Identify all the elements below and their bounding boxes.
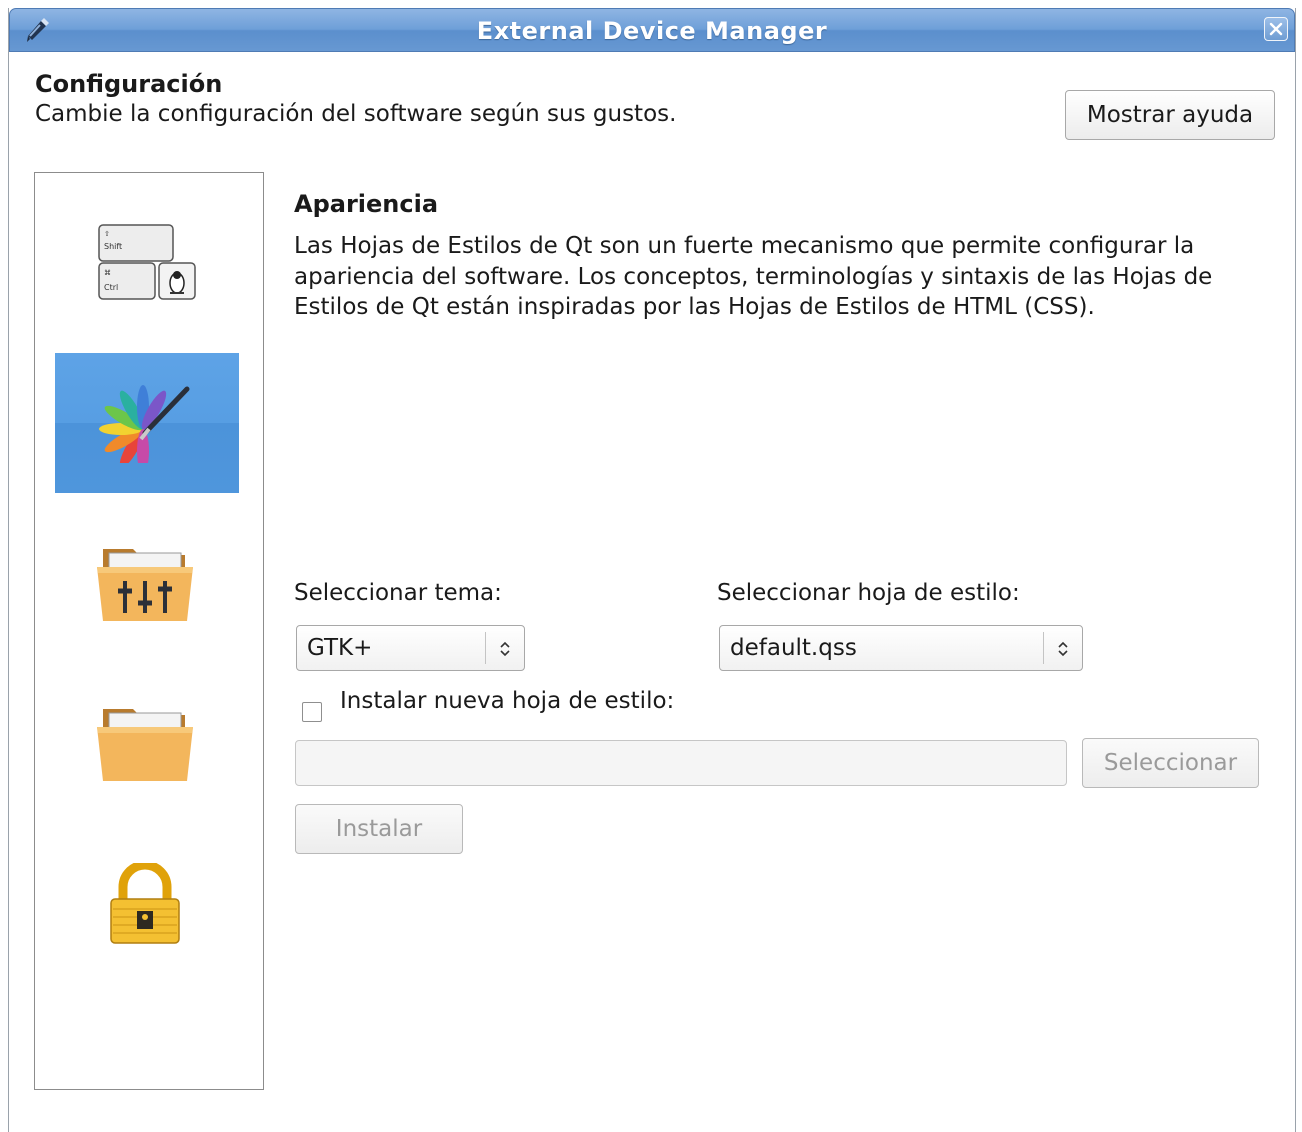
theme-label: Seleccionar tema:: [294, 580, 502, 606]
select-file-button[interactable]: Seleccionar: [1082, 738, 1259, 788]
updown-arrow-icon: [1058, 641, 1068, 657]
install-stylesheet-label[interactable]: Instalar nueva hoja de estilo:: [340, 688, 674, 714]
ctrl-key-label: Ctrl: [104, 283, 118, 292]
lock-icon: [110, 863, 180, 944]
theme-select-value: GTK+: [307, 635, 373, 661]
folder-settings-icon: [97, 549, 193, 621]
svg-text:⌘: ⌘: [104, 269, 111, 277]
stylesheet-label: Seleccionar hoja de estilo:: [717, 580, 1020, 606]
page-title: Configuración: [35, 70, 223, 98]
folder-icon: [97, 709, 193, 781]
sidebar-item-folder[interactable]: [55, 673, 239, 813]
sidebar-item-appearance[interactable]: [55, 353, 239, 493]
stylesheet-path-input[interactable]: [295, 740, 1067, 786]
stylesheet-select[interactable]: default.qss: [719, 625, 1083, 671]
install-stylesheet-checkbox[interactable]: [302, 702, 322, 722]
svg-text:⇧: ⇧: [104, 230, 110, 238]
page-subtitle: Cambie la configuración del software seg…: [35, 101, 677, 127]
appearance-palette-icon: [99, 385, 190, 463]
section-description: Las Hojas de Estilos de Qt son un fuerte…: [294, 233, 1213, 320]
title-bar[interactable]: External Device Manager: [9, 8, 1295, 52]
close-button[interactable]: [1264, 17, 1288, 41]
sidebar-item-shortcuts[interactable]: ⇧ Shift ⌘ Ctrl: [55, 193, 239, 333]
keyboard-shortcuts-icon: ⇧ Shift ⌘ Ctrl: [98, 224, 196, 300]
updown-arrow-icon: [500, 641, 510, 657]
show-help-button[interactable]: Mostrar ayuda: [1065, 90, 1275, 140]
window-title: External Device Manager: [476, 17, 828, 45]
shift-key-label: Shift: [104, 242, 122, 251]
close-icon: [1269, 22, 1283, 36]
window: External Device Manager Configuración Ca…: [8, 8, 1296, 1132]
stylesheet-select-value: default.qss: [730, 635, 857, 661]
sidebar-item-security[interactable]: [55, 833, 239, 973]
install-button[interactable]: Instalar: [295, 804, 463, 854]
theme-select[interactable]: GTK+: [296, 625, 525, 671]
settings-category-list[interactable]: ⇧ Shift ⌘ Ctrl: [34, 172, 264, 1090]
sidebar-item-folder-settings[interactable]: [55, 513, 239, 653]
section-title: Apariencia: [294, 190, 439, 218]
